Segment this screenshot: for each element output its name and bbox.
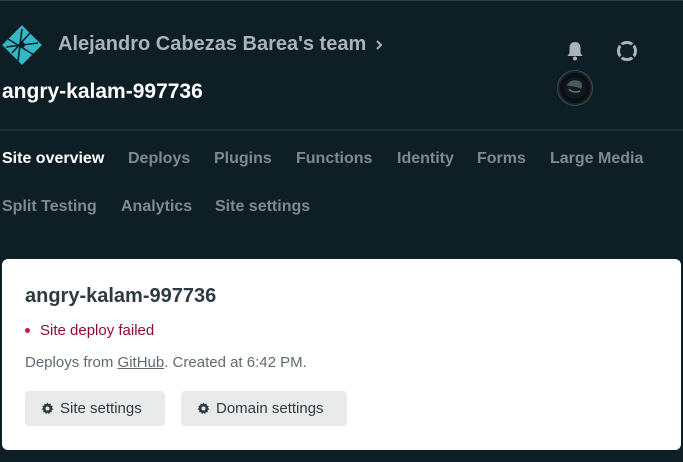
card-site-title: angry-kalam-997736 bbox=[25, 285, 217, 307]
bell-icon bbox=[567, 42, 583, 61]
tab-forms[interactable]: Forms bbox=[477, 150, 526, 168]
tab-functions[interactable]: Functions bbox=[296, 150, 372, 168]
deploy-info: Deploys from GitHub. Created at 6:42 PM. bbox=[25, 354, 307, 371]
github-link[interactable]: GitHub bbox=[118, 354, 165, 371]
site-settings-button[interactable]: Site settings bbox=[25, 391, 165, 426]
domain-settings-label: Domain settings bbox=[216, 400, 324, 417]
top-border bbox=[0, 0, 683, 1]
deploy-status[interactable]: Site deploy failed bbox=[25, 322, 154, 339]
deploy-prefix: Deploys from bbox=[25, 354, 118, 371]
team-name: Alejandro Cabezas Barea's team bbox=[58, 33, 367, 55]
gear-icon bbox=[41, 402, 54, 415]
tab-deploys[interactable]: Deploys bbox=[128, 150, 190, 168]
tab-large-media[interactable]: Large Media bbox=[550, 150, 643, 168]
tab-identity[interactable]: Identity bbox=[397, 150, 454, 168]
tab-split-testing[interactable]: Split Testing bbox=[2, 198, 97, 216]
notifications-button[interactable] bbox=[565, 40, 585, 62]
created-text: . Created at 6:42 PM. bbox=[164, 354, 307, 371]
netlify-logo-icon[interactable] bbox=[2, 25, 42, 65]
site-title: angry-kalam-997736 bbox=[2, 80, 203, 103]
team-link[interactable]: Alejandro Cabezas Barea's team bbox=[58, 33, 384, 56]
gear-icon bbox=[197, 402, 210, 415]
help-button[interactable] bbox=[615, 39, 639, 63]
domain-settings-button[interactable]: Domain settings bbox=[181, 391, 347, 426]
avatar-image-icon bbox=[564, 77, 586, 99]
chevron-right-icon bbox=[376, 39, 383, 50]
tab-site-settings[interactable]: Site settings bbox=[215, 198, 310, 216]
status-dot-icon bbox=[25, 328, 30, 333]
tab-plugins[interactable]: Plugins bbox=[214, 150, 272, 168]
deploy-status-text: Site deploy failed bbox=[40, 322, 155, 339]
tab-site-overview[interactable]: Site overview bbox=[2, 150, 104, 168]
lifebuoy-icon bbox=[617, 41, 637, 61]
site-settings-label: Site settings bbox=[60, 400, 142, 417]
tab-analytics[interactable]: Analytics bbox=[121, 198, 192, 216]
user-avatar[interactable] bbox=[557, 70, 593, 106]
site-overview-card: angry-kalam-997736 Site deploy failed De… bbox=[2, 259, 681, 450]
header-divider bbox=[0, 129, 683, 131]
